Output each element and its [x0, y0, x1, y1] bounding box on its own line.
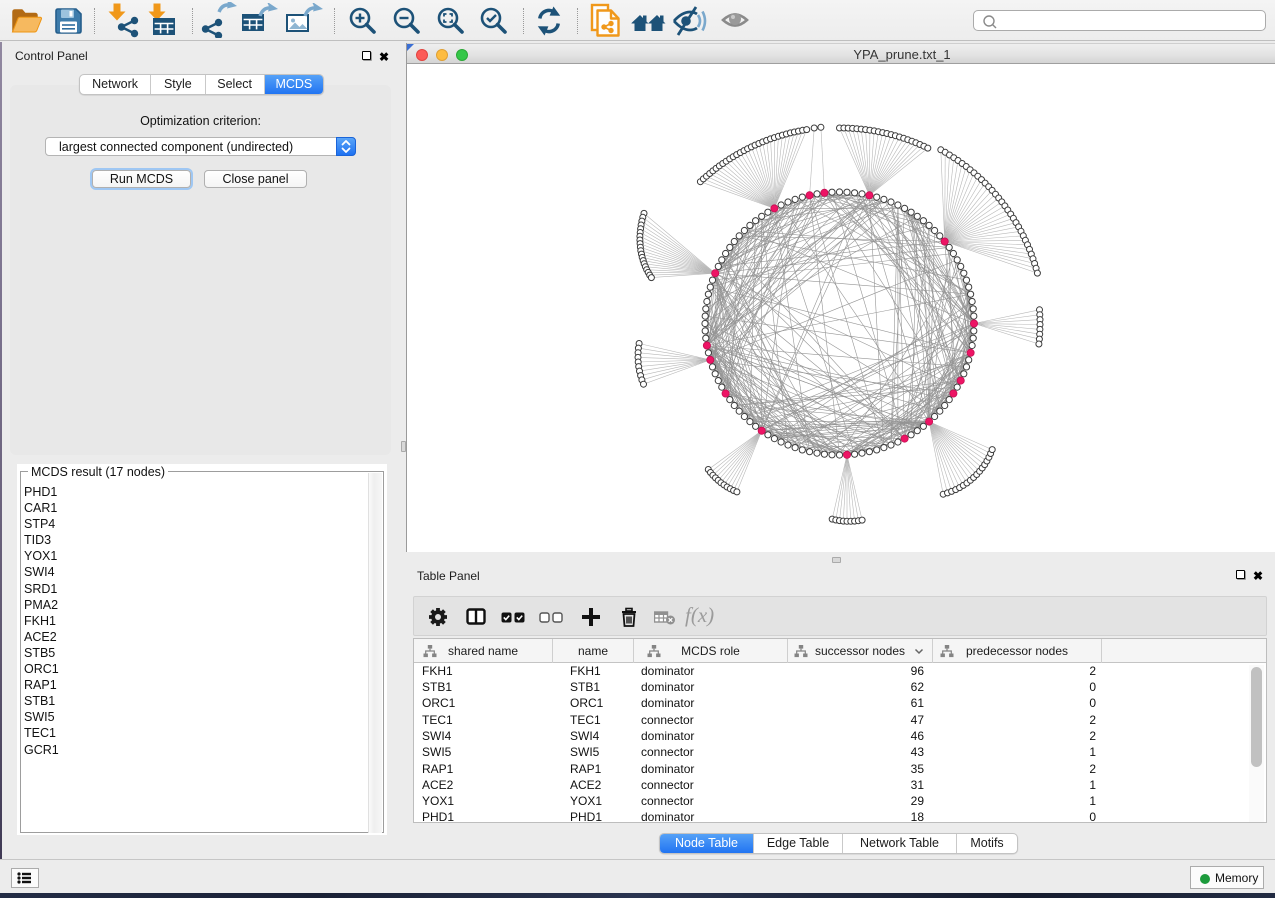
svg-text:f(x): f(x): [685, 604, 714, 627]
